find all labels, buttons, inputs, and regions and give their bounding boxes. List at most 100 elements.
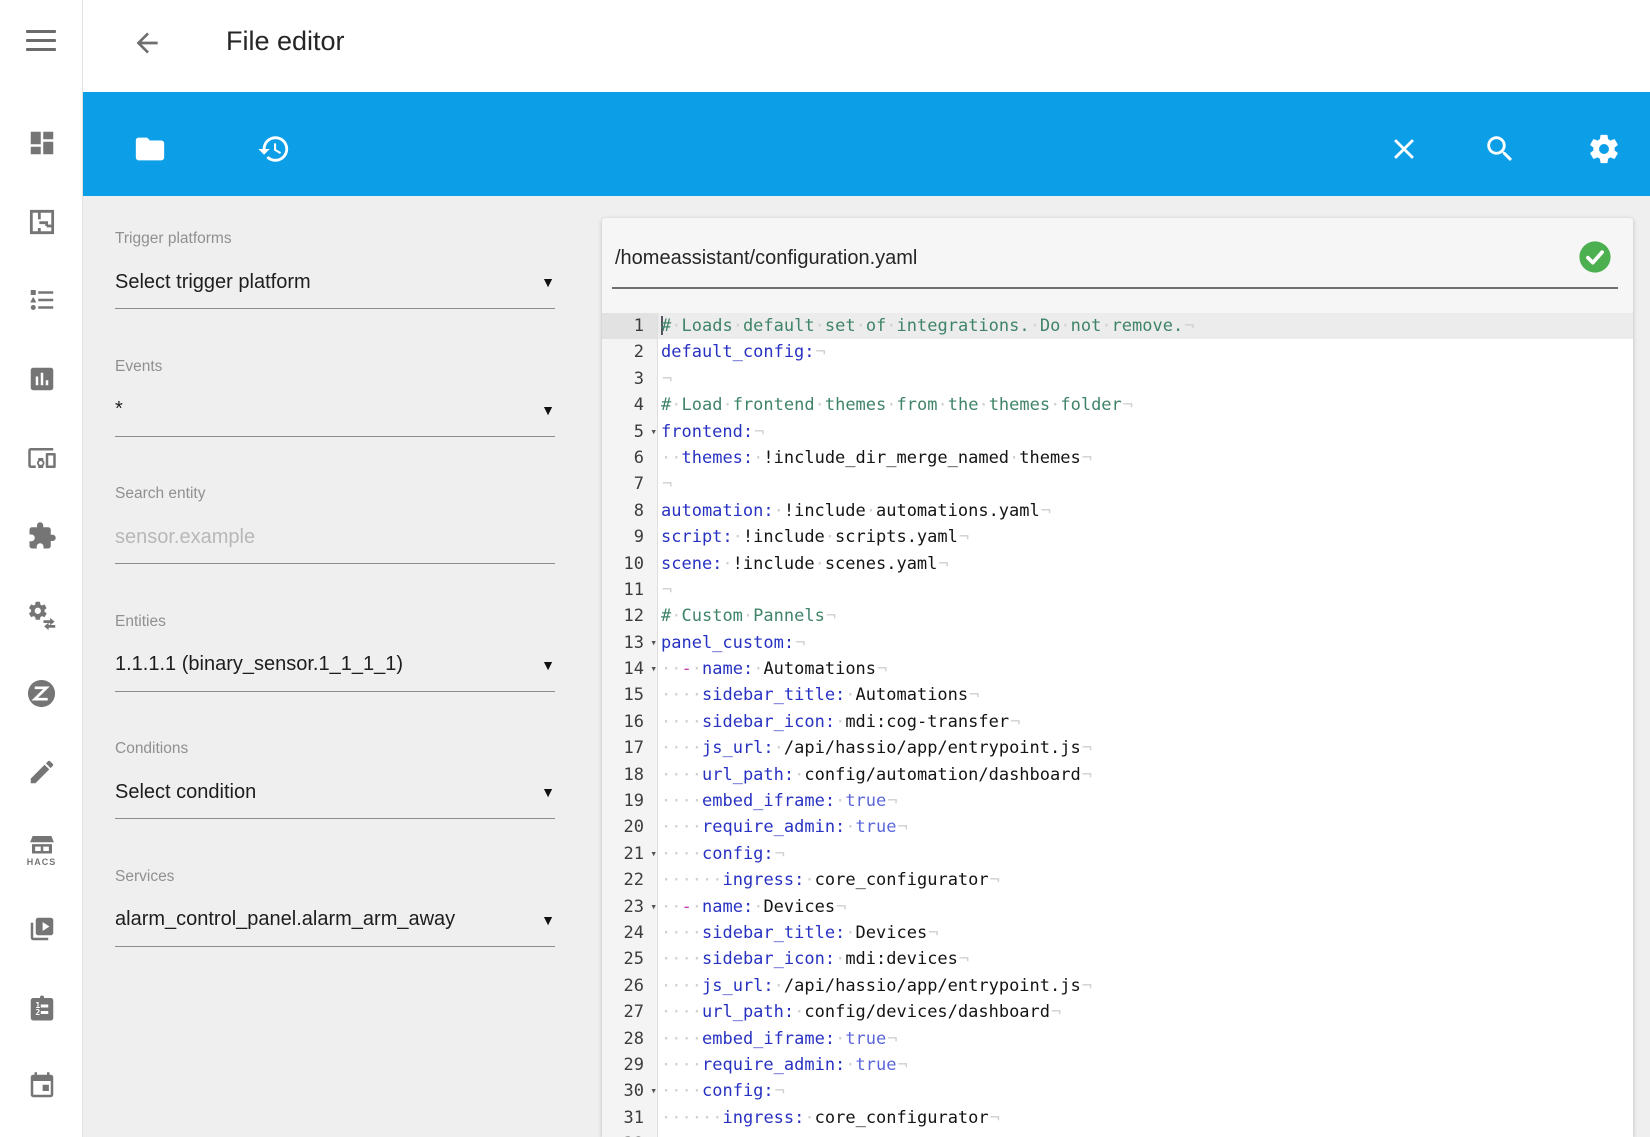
code-line-text[interactable]: #·Custom·Pannels¬ <box>658 603 1633 629</box>
select-services[interactable]: alarm_control_panel.alarm_arm_away▼ <box>115 907 555 933</box>
fold-arrow-icon[interactable]: ▾ <box>650 630 657 656</box>
code-line-26[interactable]: 26····js_url:·/api/hassio/app/entrypoint… <box>602 973 1633 999</box>
code-line-text[interactable]: automation:·!include·automations.yaml¬ <box>658 498 1633 524</box>
select-events[interactable]: *▼ <box>115 397 555 423</box>
code-line-text[interactable]: ¬ <box>658 366 1633 392</box>
code-line-text[interactable]: ··themes:·!include_dir_merge_named·theme… <box>658 445 1633 471</box>
code-line-text[interactable]: ··-·name:¬ <box>658 1131 1633 1137</box>
code-line-21[interactable]: 21▾····config:¬ <box>602 841 1633 867</box>
code-line-text[interactable]: ····url_path:·config/automation/dashboar… <box>658 762 1633 788</box>
code-line-text[interactable]: ··-·name:·Devices¬ <box>658 894 1633 920</box>
code-line-16[interactable]: 16····sidebar_icon:·mdi:cog-transfer¬ <box>602 709 1633 735</box>
code-line-6[interactable]: 6··themes:·!include_dir_merge_named·them… <box>602 445 1633 471</box>
code-line-2[interactable]: 2default_config:¬ <box>602 339 1633 365</box>
code-line-10[interactable]: 10scene:·!include·scenes.yaml¬ <box>602 551 1633 577</box>
code-line-text[interactable]: ¬ <box>658 577 1633 603</box>
code-line-15[interactable]: 15····sidebar_title:·Automations¬ <box>602 682 1633 708</box>
select-trigger-platform[interactable]: Select trigger platform▼ <box>115 269 555 295</box>
code-line-8[interactable]: 8automation:·!include·automations.yaml¬ <box>602 498 1633 524</box>
select-entities[interactable]: 1.1.1.1 (binary_sensor.1_1_1_1)▼ <box>115 652 555 678</box>
fold-arrow-icon[interactable]: ▾ <box>650 841 657 867</box>
code-line-11[interactable]: 11¬ <box>602 577 1633 603</box>
sidebar-item-hacs[interactable]: HACS <box>0 811 83 890</box>
file-path-input[interactable]: /homeassistant/configuration.yaml <box>615 247 917 270</box>
sidebar-item-file-editor[interactable] <box>0 733 83 812</box>
code-line-text[interactable]: ··-·name:·Automations¬ <box>658 656 1633 682</box>
history-button[interactable] <box>257 132 291 166</box>
code-line-28[interactable]: 28····embed_iframe:·true¬ <box>602 1026 1633 1052</box>
sidebar-item-integrations[interactable] <box>0 497 83 576</box>
code-line-29[interactable]: 29····require_admin:·true¬ <box>602 1052 1633 1078</box>
hamburger-menu-icon[interactable] <box>26 30 56 58</box>
code-line-text[interactable]: ····sidebar_title:·Automations¬ <box>658 682 1633 708</box>
code-line-14[interactable]: 14▾··-·name:·Automations¬ <box>602 656 1633 682</box>
whitespace-dot: · <box>856 316 866 336</box>
fold-arrow-icon[interactable]: ▾ <box>650 1078 657 1104</box>
code-line-text[interactable]: ····url_path:·config/devices/dashboard¬ <box>658 999 1633 1025</box>
code-line-text[interactable]: ····config:¬ <box>658 1078 1633 1104</box>
sidebar-item-media[interactable] <box>0 890 83 969</box>
code-line-5[interactable]: 5▾frontend:¬ <box>602 419 1633 445</box>
field-label-services: Services <box>115 868 555 890</box>
sidebar-item-shopping-list[interactable]: 12 <box>0 969 83 1048</box>
code-line-text[interactable]: scene:·!include·scenes.yaml¬ <box>658 551 1633 577</box>
code-line-1[interactable]: 1#·Loads·default·set·of·integrations.·Do… <box>602 313 1633 339</box>
sidebar-item-overview[interactable] <box>0 104 83 183</box>
sidebar-item-zigbee[interactable] <box>0 654 83 733</box>
code-line-24[interactable]: 24····sidebar_title:·Devices¬ <box>602 920 1633 946</box>
sidebar-item-todo-lists[interactable] <box>0 261 83 340</box>
code-line-19[interactable]: 19····embed_iframe:·true¬ <box>602 788 1633 814</box>
code-line-text[interactable]: ····require_admin:·true¬ <box>658 814 1633 840</box>
code-line-20[interactable]: 20····require_admin:·true¬ <box>602 814 1633 840</box>
code-line-31[interactable]: 31······ingress:·core_configurator¬ <box>602 1105 1633 1131</box>
code-line-text[interactable]: ······ingress:·core_configurator¬ <box>658 867 1633 893</box>
code-line-text[interactable]: ¬ <box>658 471 1633 497</box>
code-line-text[interactable]: ····require_admin:·true¬ <box>658 1052 1633 1078</box>
code-line-12[interactable]: 12#·Custom·Pannels¬ <box>602 603 1633 629</box>
back-button[interactable] <box>131 27 163 59</box>
fold-arrow-icon[interactable]: ▾ <box>650 419 657 445</box>
input-search-entity[interactable]: sensor.example <box>115 524 555 550</box>
code-line-text[interactable]: ····sidebar_icon:·mdi:devices¬ <box>658 946 1633 972</box>
code-line-text[interactable]: ····js_url:·/api/hassio/app/entrypoint.j… <box>658 735 1633 761</box>
code-line-30[interactable]: 30▾····config:¬ <box>602 1078 1633 1104</box>
sidebar-item-automations[interactable] <box>0 576 83 655</box>
sidebar-item-calendar[interactable] <box>0 1047 83 1126</box>
code-line-text[interactable]: ····config:¬ <box>658 841 1633 867</box>
code-line-text[interactable]: ····sidebar_title:·Devices¬ <box>658 920 1633 946</box>
code-line-27[interactable]: 27····url_path:·config/devices/dashboard… <box>602 999 1633 1025</box>
fold-arrow-icon[interactable]: ▾ <box>650 894 657 920</box>
code-editor[interactable]: 1#·Loads·default·set·of·integrations.·Do… <box>602 313 1633 1137</box>
code-line-22[interactable]: 22······ingress:·core_configurator¬ <box>602 867 1633 893</box>
code-line-17[interactable]: 17····js_url:·/api/hassio/app/entrypoint… <box>602 735 1633 761</box>
code-line-text[interactable]: script:·!include·scripts.yaml¬ <box>658 524 1633 550</box>
search-button[interactable] <box>1483 132 1517 166</box>
code-line-text[interactable]: ····js_url:·/api/hassio/app/entrypoint.j… <box>658 973 1633 999</box>
code-line-25[interactable]: 25····sidebar_icon:·mdi:devices¬ <box>602 946 1633 972</box>
browse-files-button[interactable] <box>133 132 167 166</box>
code-line-text[interactable]: frontend:¬ <box>658 419 1633 445</box>
sidebar-item-history[interactable] <box>0 340 83 419</box>
code-line-13[interactable]: 13▾panel_custom:¬ <box>602 630 1633 656</box>
code-line-text[interactable]: ····embed_iframe:·true¬ <box>658 1026 1633 1052</box>
code-line-text[interactable]: default_config:¬ <box>658 339 1633 365</box>
code-line-9[interactable]: 9script:·!include·scripts.yaml¬ <box>602 524 1633 550</box>
code-line-23[interactable]: 23▾··-·name:·Devices¬ <box>602 894 1633 920</box>
code-line-text[interactable]: ····embed_iframe:·true¬ <box>658 788 1633 814</box>
code-line-4[interactable]: 4#·Load·frontend·themes·from·the·themes·… <box>602 392 1633 418</box>
sidebar-item-devices[interactable] <box>0 418 83 497</box>
fold-arrow-icon[interactable]: ▾ <box>650 656 657 682</box>
code-line-32[interactable]: 32··-·name:¬ <box>602 1131 1633 1137</box>
select-conditions[interactable]: Select condition▼ <box>115 779 555 805</box>
code-line-3[interactable]: 3¬ <box>602 366 1633 392</box>
code-line-18[interactable]: 18····url_path:·config/automation/dashbo… <box>602 762 1633 788</box>
sidebar-item-floorplan[interactable] <box>0 183 83 262</box>
settings-button[interactable] <box>1587 132 1621 166</box>
code-line-text[interactable]: #·Loads·default·set·of·integrations.·Do·… <box>658 313 1633 339</box>
close-file-button[interactable] <box>1387 132 1421 166</box>
code-line-text[interactable]: panel_custom:¬ <box>658 630 1633 656</box>
code-line-7[interactable]: 7¬ <box>602 471 1633 497</box>
code-line-text[interactable]: ····sidebar_icon:·mdi:cog-transfer¬ <box>658 709 1633 735</box>
code-line-text[interactable]: ······ingress:·core_configurator¬ <box>658 1105 1633 1131</box>
code-line-text[interactable]: #·Load·frontend·themes·from·the·themes·f… <box>658 392 1633 418</box>
